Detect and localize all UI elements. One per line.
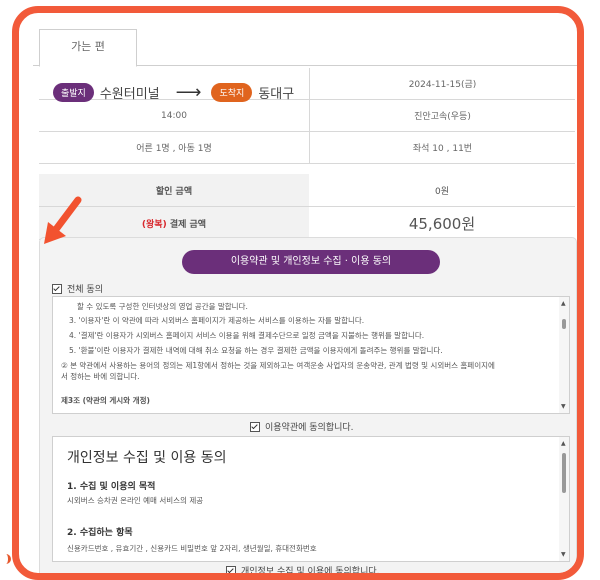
terms-agree-checkbox[interactable] [250, 421, 260, 432]
privacy-section-items: 2. 수집하는 항목 [67, 528, 133, 538]
terms-heading: 제3조 (약관의 게시와 개정) [61, 396, 150, 405]
bus-company: 진안고속(우등) [309, 99, 575, 132]
pointer-arrow-icon [44, 196, 82, 244]
departure-time: 14:00 [39, 99, 310, 132]
scroll-down-icon[interactable]: ▼ [561, 403, 566, 410]
seat-numbers: 좌석 10 , 11번 [309, 131, 575, 164]
privacy-scroll-thumb[interactable] [562, 453, 566, 493]
privacy-purpose-text: 시외버스 승차권 온라인 예매 서비스의 제공 [67, 496, 204, 505]
route-arrow-icon: ⟶ [175, 81, 202, 103]
privacy-section-purpose: 1. 수집 및 이용의 목적 [67, 482, 156, 492]
departure-date: 2024-11-15(금) [309, 68, 575, 100]
decorative-arc [0, 554, 11, 564]
price-table: 할인 금액 0원 (왕복) 결제 금액 45,600원 [39, 174, 575, 240]
privacy-agree-checkbox[interactable] [226, 565, 236, 573]
terms-line: ② 본 약관에서 사용하는 용어의 정의는 제1항에서 정하는 것을 제외하고는… [61, 361, 495, 370]
terms-agree-label: 이용약관에 동의합니다. [265, 423, 354, 433]
terms-scrollbox[interactable]: 할 수 있도록 구성한 인터넷상의 영업 공간을 말합니다. 3. '이용자'란… [52, 296, 570, 414]
all-agree-label: 전체 동의 [67, 285, 103, 295]
scroll-down-icon[interactable]: ▼ [561, 551, 566, 558]
terms-line: 3. '이용자'란 이 약관에 따라 시외버스 홈페이지가 제공하는 서비스를 … [69, 316, 365, 325]
terms-agree-row[interactable]: 이용약관에 동의합니다. [250, 420, 354, 433]
tab-outbound[interactable]: 가는 편 [39, 29, 137, 67]
agreement-section: 이용약관 및 개인정보 수집 · 이용 동의 전체 동의 할 수 있도록 구성한… [39, 237, 577, 573]
round-trip-tag: (왕복) [141, 219, 167, 230]
privacy-items-text: 신용카드번호 , 유효기간 , 신용카드 비밀번호 앞 2자리, 생년월일, 휴… [67, 544, 317, 553]
total-label-text: 결제 금액 [169, 219, 207, 230]
terms-line: 서 정하는 바에 의합니다. [61, 372, 140, 381]
passenger-count: 어른 1명 , 아동 1명 [39, 131, 310, 164]
scroll-up-icon[interactable]: ▲ [561, 300, 566, 307]
terms-line: 4. '결제'란 이용자가 시외버스 홈페이지 서비스 이용을 위해 결제수단으… [69, 331, 425, 340]
booking-panel: 가는 편 2024-11-15(금) 14:00 진안고속(우등) 어른 1명 … [33, 19, 577, 573]
arrival-terminal: 동대구 [258, 86, 295, 102]
tab-bar: 가는 편 [33, 29, 577, 67]
departure-terminal: 수원터미널 [99, 86, 160, 102]
privacy-title: 개인정보 수집 및 이용 동의 [67, 450, 227, 466]
terms-header-button[interactable]: 이용약관 및 개인정보 수집 · 이용 동의 [182, 250, 440, 274]
terms-line: 할 수 있도록 구성한 인터넷상의 영업 공간을 말합니다. [77, 302, 248, 311]
discount-value: 0원 [309, 174, 575, 207]
highlight-frame: 가는 편 2024-11-15(금) 14:00 진안고속(우등) 어른 1명 … [12, 6, 584, 580]
departure-badge: 출발지 [53, 82, 94, 102]
total-value: 45,600원 [309, 206, 575, 240]
terms-scrollbar[interactable]: ▲ ▼ [559, 297, 569, 413]
arrival-badge: 도착지 [211, 82, 253, 102]
terms-scroll-thumb[interactable] [562, 319, 566, 329]
privacy-scrollbox[interactable]: 개인정보 수집 및 이용 동의 1. 수집 및 이용의 목적 시외버스 승차권 … [52, 436, 570, 562]
terms-line: 5. '환불'이란 이용자가 결제한 내역에 대해 취소 요청을 하는 경우 결… [69, 346, 443, 355]
privacy-scrollbar[interactable]: ▲ ▼ [559, 437, 569, 561]
all-agree-row[interactable]: 전체 동의 [52, 282, 103, 295]
all-agree-checkbox[interactable] [52, 283, 62, 294]
route: 출발지 수원터미널 ⟶ 도착지 동대구 [53, 80, 300, 104]
scroll-up-icon[interactable]: ▲ [561, 440, 566, 447]
